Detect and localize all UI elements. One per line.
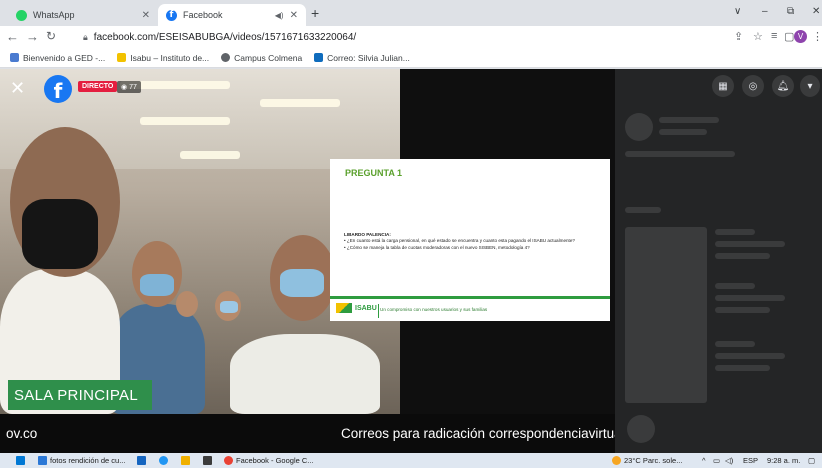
taskbar-item-outlook[interactable] <box>137 456 149 465</box>
folder-icon <box>38 456 47 465</box>
bookmark-label: Correo: Silvia Julian... <box>327 52 410 63</box>
profile-avatar[interactable]: V <box>794 30 807 43</box>
live-video-player[interactable]: PREGUNTA 1 LIBARDO PALENCIA: • ¿En cuant… <box>0 69 615 453</box>
volume-icon[interactable]: ◁) <box>725 456 733 465</box>
windows-icon <box>16 456 25 465</box>
reload-button[interactable]: ↻ <box>46 29 56 43</box>
side-panel-icon[interactable]: ▢ <box>784 30 794 43</box>
tab-title: Facebook <box>183 10 223 20</box>
file-explorer-icon <box>181 456 190 465</box>
news-ticker: ov.co Correos para radicación correspond… <box>0 414 615 453</box>
tab-whatsapp[interactable]: WhatsApp ✕ <box>8 4 158 26</box>
bookmark-label: Bienvenido a GED -... <box>23 52 106 63</box>
edge-icon <box>159 456 168 465</box>
facebook-logo-icon[interactable]: f <box>44 75 72 103</box>
taskbar-item-explorer[interactable] <box>181 456 193 465</box>
start-button[interactable] <box>16 456 28 465</box>
slide-title: PREGUNTA 1 <box>345 168 403 178</box>
language-indicator[interactable]: ESP <box>743 456 758 465</box>
weather-widget[interactable]: 23°C Parc. sole... <box>612 456 682 465</box>
globe-icon <box>221 53 231 62</box>
slide-bullet: • ¿Cómo se maneja la tabla de cuotas mod… <box>344 244 530 250</box>
messenger-icon[interactable]: ◎ <box>742 75 764 97</box>
url-text: facebook.com/ESEISABUBGA/videos/15716716… <box>93 31 357 43</box>
windows-taskbar: fotos rendición de cu... Facebook - Goog… <box>0 453 822 468</box>
lock-icon[interactable]: 🔒︎ <box>83 32 88 43</box>
viewer-count: ◉ 77 <box>117 81 141 93</box>
share-icon[interactable]: ⇪ <box>734 30 743 43</box>
eye-icon: ◉ <box>121 84 128 91</box>
document-icon <box>10 53 19 62</box>
screen: WhatsApp ✕ f Facebook ◀) ✕ + ∨ – ⧉ ✕ ← →… <box>0 0 822 468</box>
bookmark-isabu[interactable]: Isabu – Instituto de... <box>117 53 209 63</box>
slide-footer: ISABU Un compromiso con nuestros usuario… <box>330 296 610 321</box>
slide-body: LIBARDO PALENCIA: • ¿En cuanto está la c… <box>344 232 594 251</box>
live-badge: DIRECTO <box>78 81 118 92</box>
bookmark-correo[interactable]: Correo: Silvia Julian... <box>314 53 410 63</box>
ticker-right-text: Correos para radicación correspondenciav… <box>341 426 615 441</box>
whatsapp-icon <box>16 9 27 21</box>
audio-playing-icon[interactable]: ◀) <box>275 11 284 20</box>
network-icon[interactable]: ▭ <box>713 456 720 465</box>
apps-menu-icon[interactable]: ▦ <box>712 75 734 97</box>
tab-search-button[interactable]: ∨ <box>734 6 741 17</box>
presentation-slide: PREGUNTA 1 LIBARDO PALENCIA: • ¿En cuant… <box>330 159 610 321</box>
bookmark-campus-colmena[interactable]: Campus Colmena <box>221 53 302 63</box>
new-tab-button[interactable]: + <box>311 5 319 21</box>
restore-button[interactable]: ⧉ <box>787 6 794 17</box>
isabu-icon <box>117 53 127 62</box>
reading-list-icon[interactable]: ≡ <box>771 30 777 42</box>
close-window-button[interactable]: ✕ <box>812 6 820 17</box>
notifications-center-icon[interactable]: ▢ <box>808 456 815 465</box>
address-bar[interactable]: 🔒︎ facebook.com/ESEISABUBGA/videos/15716… <box>83 28 703 46</box>
live-header: ✕ f DIRECTO ◉ 77 <box>0 69 615 109</box>
store-icon <box>203 456 212 465</box>
taskbar-item-chrome[interactable]: Facebook - Google C... <box>224 456 314 465</box>
bookmark-label: Isabu – Instituto de... <box>130 52 210 63</box>
facebook-icon: f <box>166 9 177 21</box>
outlook-icon <box>137 456 146 465</box>
tab-title: WhatsApp <box>33 10 75 20</box>
taskbar-item-edge[interactable] <box>159 456 171 465</box>
taskbar-item-store[interactable] <box>203 456 215 465</box>
tab-facebook[interactable]: f Facebook ◀) ✕ <box>158 4 306 26</box>
weather-icon <box>612 456 621 465</box>
comments-panel: ▦ ◎ 🔔︎ ▾ <box>615 69 822 453</box>
bookmark-ged[interactable]: Bienvenido a GED -... <box>10 53 105 63</box>
ticker-left-text: ov.co <box>6 426 38 441</box>
tray-chevron-icon[interactable]: ^ <box>702 456 706 465</box>
account-menu-icon[interactable]: ▾ <box>800 75 820 97</box>
close-tab-icon[interactable]: ✕ <box>142 10 150 21</box>
taskbar-item-fotos[interactable]: fotos rendición de cu... <box>38 456 125 465</box>
close-tab-icon[interactable]: ✕ <box>290 10 298 21</box>
forward-button[interactable]: → <box>26 29 39 44</box>
bookmarks-bar: Bienvenido a GED -... Isabu – Instituto … <box>0 48 822 68</box>
menu-icon[interactable]: ⋮ <box>812 30 822 43</box>
bookmark-star-icon[interactable]: ☆ <box>753 30 763 43</box>
browser-toolbar: ← → ↻ 🔒︎ facebook.com/ESEISABUBGA/videos… <box>0 26 822 48</box>
chrome-icon <box>224 456 233 465</box>
close-video-icon[interactable]: ✕ <box>10 78 25 99</box>
room-label: SALA PRINCIPAL <box>8 380 152 410</box>
slide-tagline: Un compromiso con nuestros usuarios y su… <box>380 307 488 312</box>
back-button[interactable]: ← <box>6 29 19 44</box>
tab-strip: WhatsApp ✕ f Facebook ◀) ✕ + ∨ – ⧉ ✕ <box>0 0 822 26</box>
outlook-icon <box>314 53 324 62</box>
clock[interactable]: 9:28 a. m. <box>767 456 800 465</box>
isabu-logo: ISABU <box>336 303 377 313</box>
minimize-button[interactable]: – <box>762 6 768 17</box>
notifications-icon[interactable]: 🔔︎ <box>772 75 794 97</box>
page-viewport: PREGUNTA 1 LIBARDO PALENCIA: • ¿En cuant… <box>0 69 822 453</box>
bookmark-label: Campus Colmena <box>234 52 303 63</box>
